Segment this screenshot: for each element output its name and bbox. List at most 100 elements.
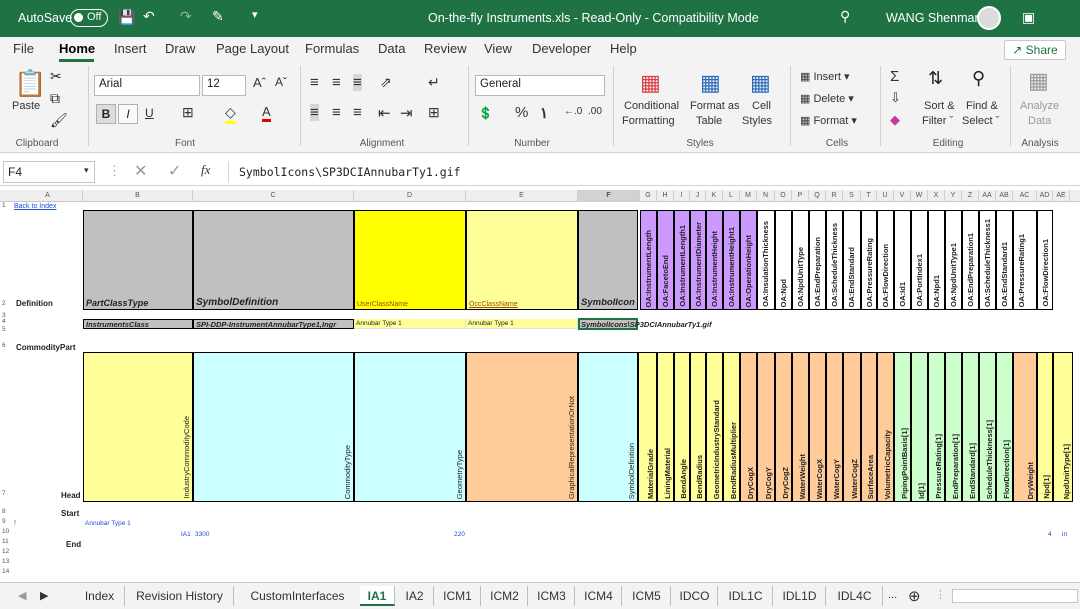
sheet-tab-custominterfaces[interactable]: CustomInterfaces bbox=[235, 586, 361, 606]
sheet-tab-icm3[interactable]: ICM3 bbox=[529, 586, 575, 606]
commodity-header-cell[interactable]: BendRadiusMultiplier bbox=[723, 352, 740, 502]
increase-decimal-icon[interactable]: ←.0 bbox=[564, 106, 582, 117]
ribbon-display-icon[interactable]: ▣ bbox=[1022, 9, 1035, 26]
column-header-r[interactable]: R bbox=[826, 190, 843, 202]
borders-icon[interactable]: ⊞ bbox=[182, 104, 194, 121]
oa-header-cell[interactable]: OA:InstrumentLength bbox=[640, 210, 657, 310]
cell-label[interactable]: Cell bbox=[752, 100, 771, 112]
commodity-header-cell[interactable]: Npd[1] bbox=[1037, 352, 1053, 502]
align-middle-icon[interactable]: ≡ bbox=[332, 74, 341, 91]
enter-icon[interactable]: ✓ bbox=[168, 161, 181, 181]
oa-header-cell[interactable]: OA:InstrumentDiameter bbox=[690, 210, 706, 310]
tab-help[interactable]: Help bbox=[610, 41, 637, 56]
fill-icon[interactable]: ⇩ bbox=[890, 90, 901, 106]
oa-header-cell[interactable]: OA:EndStandard bbox=[843, 210, 861, 310]
row-header-14[interactable]: 14 bbox=[0, 568, 12, 575]
commodity-header-cell[interactable]: BendAngle bbox=[674, 352, 690, 502]
commodity-header-cell[interactable]: EndPreparation[1] bbox=[945, 352, 962, 502]
commodity-header-cell[interactable]: GraphicalRepresentationOrNot bbox=[466, 352, 578, 502]
commodity-header-cell[interactable]: SymbolDefinition bbox=[578, 352, 638, 502]
oa-header-cell[interactable]: OA:Id1 bbox=[894, 210, 911, 310]
oa-header-cell[interactable]: OA:ScheduleThickness bbox=[826, 210, 843, 310]
sheet-tab-icm1[interactable]: ICM1 bbox=[435, 586, 481, 606]
column-header-ac[interactable]: AC bbox=[1013, 190, 1037, 202]
commodity-header-cell[interactable]: DryWeight bbox=[1013, 352, 1037, 502]
commodity-header-cell[interactable]: WaterWeight bbox=[792, 352, 809, 502]
comma-style-icon[interactable]: ١ bbox=[540, 104, 548, 122]
row10-c-cell[interactable]: 3300 bbox=[195, 531, 209, 538]
column-header-s[interactable]: S bbox=[843, 190, 861, 202]
commodity-header-cell[interactable]: DryCogX bbox=[740, 352, 757, 502]
bold-button[interactable]: B bbox=[96, 104, 116, 124]
analyze-label[interactable]: Analyze bbox=[1020, 100, 1059, 112]
symbol-icon-cell[interactable]: SymbolIcon bbox=[578, 210, 638, 310]
commodity-header-cell[interactable]: WaterCogY bbox=[826, 352, 843, 502]
row9-b-cell[interactable]: Annubar Type 1 bbox=[85, 520, 131, 527]
commodity-header-cell[interactable]: FlowDirection[1] bbox=[996, 352, 1013, 502]
sort-label[interactable]: Sort & bbox=[924, 100, 955, 112]
oa-header-cell[interactable]: OA:EndPreparation1 bbox=[962, 210, 979, 310]
commodity-header-cell[interactable]: VolumetricCapacity bbox=[877, 352, 894, 502]
data-label[interactable]: Data bbox=[1028, 115, 1051, 127]
sheet-tab-idl1d[interactable]: IDL1D bbox=[774, 586, 826, 606]
underline-button[interactable]: U bbox=[145, 106, 154, 120]
prev-sheet-icon[interactable]: ◀ bbox=[18, 589, 26, 602]
row4-part-class[interactable]: InstrumentsClass bbox=[83, 319, 193, 329]
row4-symbol-icon-selected[interactable]: SymbolIcons\SP3DCIAnnubarTy1.gif bbox=[578, 318, 712, 330]
tab-insert[interactable]: Insert bbox=[114, 41, 147, 56]
column-header-i[interactable]: I bbox=[674, 190, 690, 202]
commodity-header-cell[interactable]: WaterCogX bbox=[809, 352, 826, 502]
tab-review[interactable]: Review bbox=[424, 41, 467, 56]
row4-occ-class[interactable]: Annubar Type 1 bbox=[466, 319, 578, 329]
italic-button[interactable]: I bbox=[118, 104, 138, 124]
name-box[interactable]: F4 bbox=[3, 161, 95, 183]
column-header-y[interactable]: Y bbox=[945, 190, 962, 202]
column-header-k[interactable]: K bbox=[706, 190, 723, 202]
orientation-icon[interactable]: ⇗ bbox=[380, 74, 392, 91]
commodity-header-cell[interactable]: MaterialGrade bbox=[638, 352, 657, 502]
increase-indent-icon[interactable]: ⇥ bbox=[400, 104, 413, 122]
back-to-index-link[interactable]: Back to Index bbox=[14, 203, 56, 210]
select-label[interactable]: Select ˇ bbox=[962, 115, 999, 127]
occ-class-name-cell[interactable]: OccClassName bbox=[466, 210, 578, 310]
paste-button[interactable]: Paste bbox=[12, 100, 40, 112]
commodity-header-cell[interactable]: Id[1] bbox=[911, 352, 928, 502]
row-header-7[interactable]: 7 bbox=[0, 490, 12, 497]
column-header-n[interactable]: N bbox=[757, 190, 775, 202]
format-painter-icon[interactable]: 🖌 bbox=[50, 112, 68, 129]
commodity-header-cell[interactable]: CommodityType bbox=[193, 352, 354, 502]
oa-header-cell[interactable]: OA:PressureRating1 bbox=[1013, 210, 1037, 310]
oa-header-cell[interactable]: OA:FlowDirection bbox=[877, 210, 894, 310]
font-name-select[interactable]: Arial bbox=[94, 75, 200, 96]
more-sheets[interactable]: ... bbox=[888, 589, 897, 601]
row4-symbol-def[interactable]: SPI-DDP-InstrumentAnnubarType1,Ingr bbox=[193, 319, 354, 329]
analyze-data-icon[interactable]: ▦ bbox=[1028, 68, 1049, 94]
accounting-format-icon[interactable]: 💲 bbox=[478, 106, 493, 120]
column-header-t[interactable]: T bbox=[861, 190, 877, 202]
format-as-table-icon[interactable]: ▦ bbox=[700, 70, 721, 96]
column-header-q[interactable]: Q bbox=[809, 190, 826, 202]
sheet-tab-ia2[interactable]: IA2 bbox=[396, 586, 434, 606]
row4-user-class[interactable]: Annubar Type 1 bbox=[354, 319, 466, 329]
user-class-name-cell[interactable]: UserClassName bbox=[354, 210, 466, 310]
tab-page-layout[interactable]: Page Layout bbox=[216, 41, 289, 56]
column-header-d[interactable]: D bbox=[354, 190, 466, 202]
oa-header-cell[interactable]: OA:Npd bbox=[775, 210, 792, 310]
table-label[interactable]: Table bbox=[696, 115, 722, 127]
format-as-label[interactable]: Format as bbox=[690, 100, 740, 112]
conditional-formatting-icon[interactable]: ▦ bbox=[640, 70, 661, 96]
sheet-tab-idl4c[interactable]: IDL4C bbox=[827, 586, 883, 606]
row-header-9[interactable]: 9 bbox=[0, 518, 12, 525]
column-header-g[interactable]: G bbox=[640, 190, 657, 202]
oa-header-cell[interactable]: OA:PressureRating bbox=[861, 210, 877, 310]
formatting-label[interactable]: Formatting bbox=[622, 115, 675, 127]
part-class-type-cell[interactable]: PartClassType bbox=[83, 210, 193, 310]
tab-file[interactable]: File bbox=[13, 41, 34, 56]
row10-ae-cell[interactable]: in bbox=[1062, 531, 1067, 538]
oa-header-cell[interactable]: OA:OperationHeight bbox=[740, 210, 757, 310]
insert-function-button[interactable]: fx bbox=[201, 162, 210, 178]
format-painter-qa-icon[interactable]: ✎ bbox=[212, 8, 224, 25]
row-header-11[interactable]: 11 bbox=[0, 538, 12, 545]
decrease-indent-icon[interactable]: ⇤ bbox=[378, 104, 391, 122]
row10-ad-cell[interactable]: 4 bbox=[1048, 531, 1052, 538]
